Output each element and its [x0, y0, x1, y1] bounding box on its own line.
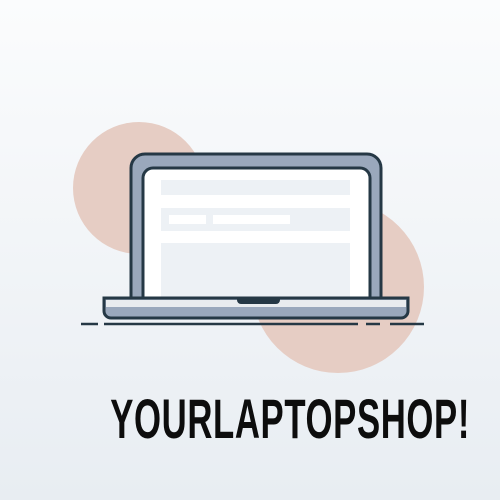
brand-name-text: YOURLAPTOPSHOP! [110, 387, 471, 450]
brand-name: YOURLAPTOPSHOP! [0, 386, 500, 451]
laptop-icon [102, 152, 410, 320]
screen-header-block [161, 180, 350, 195]
screen-content-block [161, 243, 350, 297]
